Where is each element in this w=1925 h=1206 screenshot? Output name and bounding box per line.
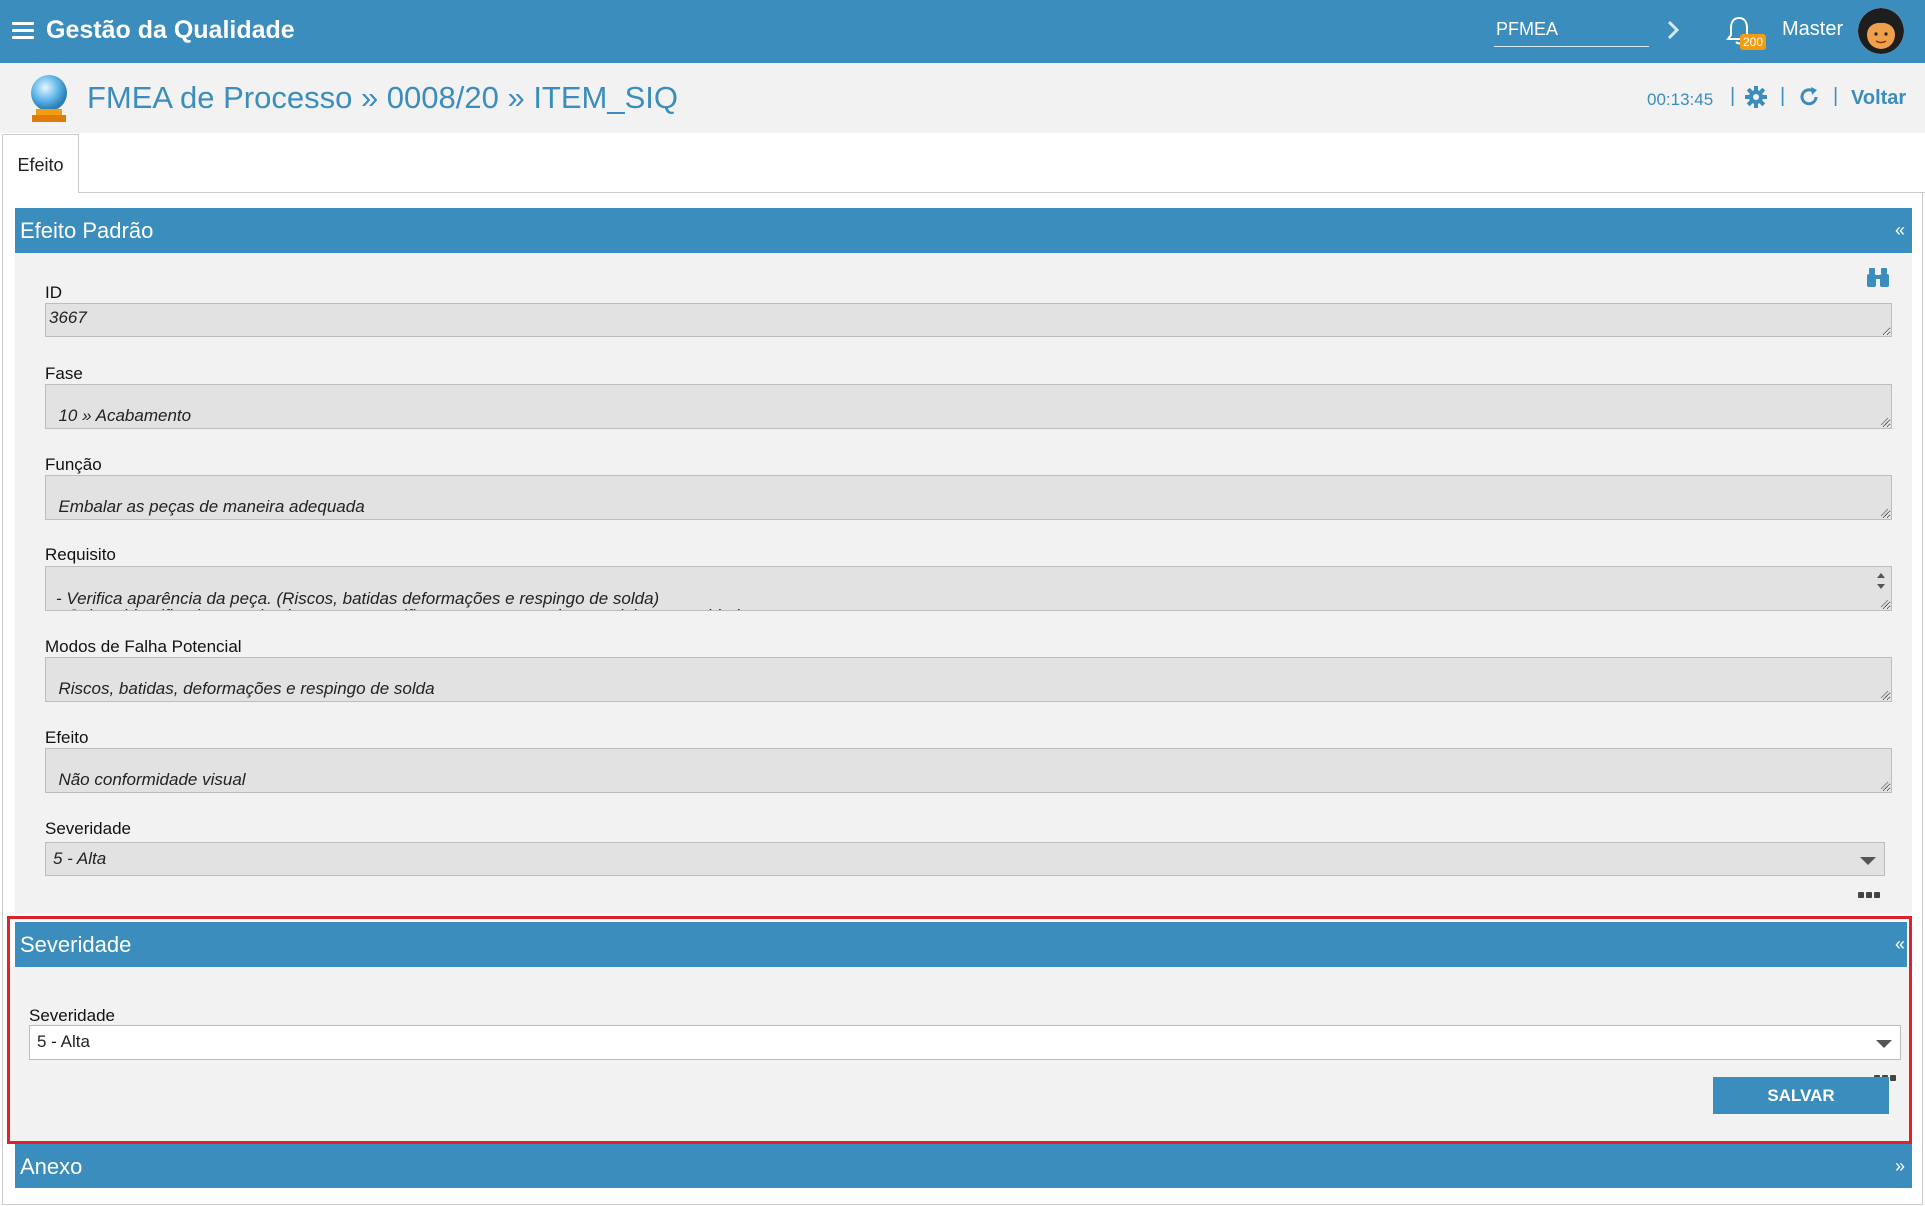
resize-grip-icon[interactable] <box>1879 507 1889 517</box>
severidade-readonly-select[interactable]: 5 - Alta <box>45 842 1885 876</box>
binoculars-icon[interactable] <box>1866 265 1890 289</box>
user-name[interactable]: Master <box>1782 18 1843 41</box>
expand-toggle[interactable]: » <box>1895 1156 1905 1177</box>
requisito-textarea[interactable]: - Verifica aparência da peça. (Riscos, b… <box>45 566 1892 611</box>
id-label: ID <box>45 283 62 302</box>
panel-header-severidade[interactable]: Severidade « <box>15 922 1907 967</box>
user-avatar[interactable] <box>1858 8 1904 54</box>
funcao-value: Embalar as peças de maneira adequada <box>58 497 365 516</box>
back-link[interactable]: Voltar <box>1851 87 1906 110</box>
panel-header-efeito-padrao[interactable]: Efeito Padrão « <box>15 208 1912 253</box>
app-title: Gestão da Qualidade <box>46 16 295 44</box>
notification-badge: 200 <box>1740 34 1767 50</box>
resize-grip-icon[interactable] <box>1879 416 1889 426</box>
crystal-ball-icon <box>31 75 67 122</box>
separator: | <box>1833 85 1839 107</box>
gear-icon[interactable] <box>1744 85 1768 109</box>
severidade-select[interactable]: 5 - Alta <box>29 1025 1901 1060</box>
modos-falha-textarea[interactable]: Riscos, batidas, deformações e respingo … <box>45 657 1892 702</box>
resize-grip-icon[interactable] <box>1879 780 1889 790</box>
efeito-label: Efeito <box>45 728 89 747</box>
collapse-toggle[interactable]: « <box>1895 220 1905 241</box>
tab-efeito[interactable]: Efeito <box>2 134 79 193</box>
refresh-icon[interactable] <box>1797 85 1821 109</box>
id-field[interactable]: 3667 <box>45 303 1892 337</box>
save-button[interactable]: SALVAR <box>1713 1077 1889 1114</box>
requisito-value: - Verifica aparência da peça. (Riscos, b… <box>56 589 753 610</box>
chevron-down-icon <box>1876 1040 1892 1048</box>
severidade-edit-label: Severidade <box>29 1006 116 1025</box>
requisito-label: Requisito <box>45 545 116 564</box>
page-header: FMEA de Processo » 0008/20 » ITEM_SIQ 00… <box>0 63 1925 133</box>
session-timer: 00:13:45 <box>1647 90 1714 109</box>
modos-falha-label: Modos de Falha Potencial <box>45 637 242 656</box>
efeito-textarea[interactable]: Não conformidade visual <box>45 748 1892 793</box>
modos-falha-value: Riscos, batidas, deformações e respingo … <box>58 679 435 698</box>
separator: | <box>1780 85 1786 107</box>
severidade-label: Severidade <box>45 819 132 838</box>
more-options-icon[interactable] <box>1874 1068 1900 1081</box>
fase-textarea[interactable]: 10 » Acabamento <box>45 384 1892 429</box>
module-search-input[interactable] <box>1494 12 1649 47</box>
funcao-label: Função <box>45 455 102 474</box>
top-bar: Gestão da Qualidade 200 Master <box>0 0 1925 63</box>
resize-grip-icon[interactable] <box>1879 598 1889 608</box>
panel-title: Efeito Padrão <box>20 218 154 243</box>
severidade-readonly-value: 5 - Alta <box>53 849 107 868</box>
efeito-value: Não conformidade visual <box>58 770 246 789</box>
fase-value: 10 » Acabamento <box>58 406 192 425</box>
resize-grip-icon[interactable] <box>1879 689 1889 699</box>
collapse-toggle[interactable]: « <box>1895 934 1905 955</box>
chevron-down-icon <box>1860 857 1876 865</box>
hamburger-menu-icon[interactable] <box>12 22 34 40</box>
more-options-icon[interactable] <box>1858 885 1884 898</box>
scroll-arrows-icon[interactable] <box>1873 569 1889 593</box>
funcao-textarea[interactable]: Embalar as peças de maneira adequada <box>45 475 1892 520</box>
panel-title: Anexo <box>20 1154 83 1179</box>
separator: | <box>1730 85 1736 107</box>
chevron-right-icon[interactable] <box>1664 16 1684 44</box>
page-title: FMEA de Processo » 0008/20 » ITEM_SIQ <box>87 80 679 115</box>
severidade-selected-value: 5 - Alta <box>37 1032 90 1051</box>
panel-header-anexo[interactable]: Anexo » <box>15 1144 1912 1188</box>
panel-title: Severidade <box>20 932 132 957</box>
fase-label: Fase <box>45 364 83 383</box>
